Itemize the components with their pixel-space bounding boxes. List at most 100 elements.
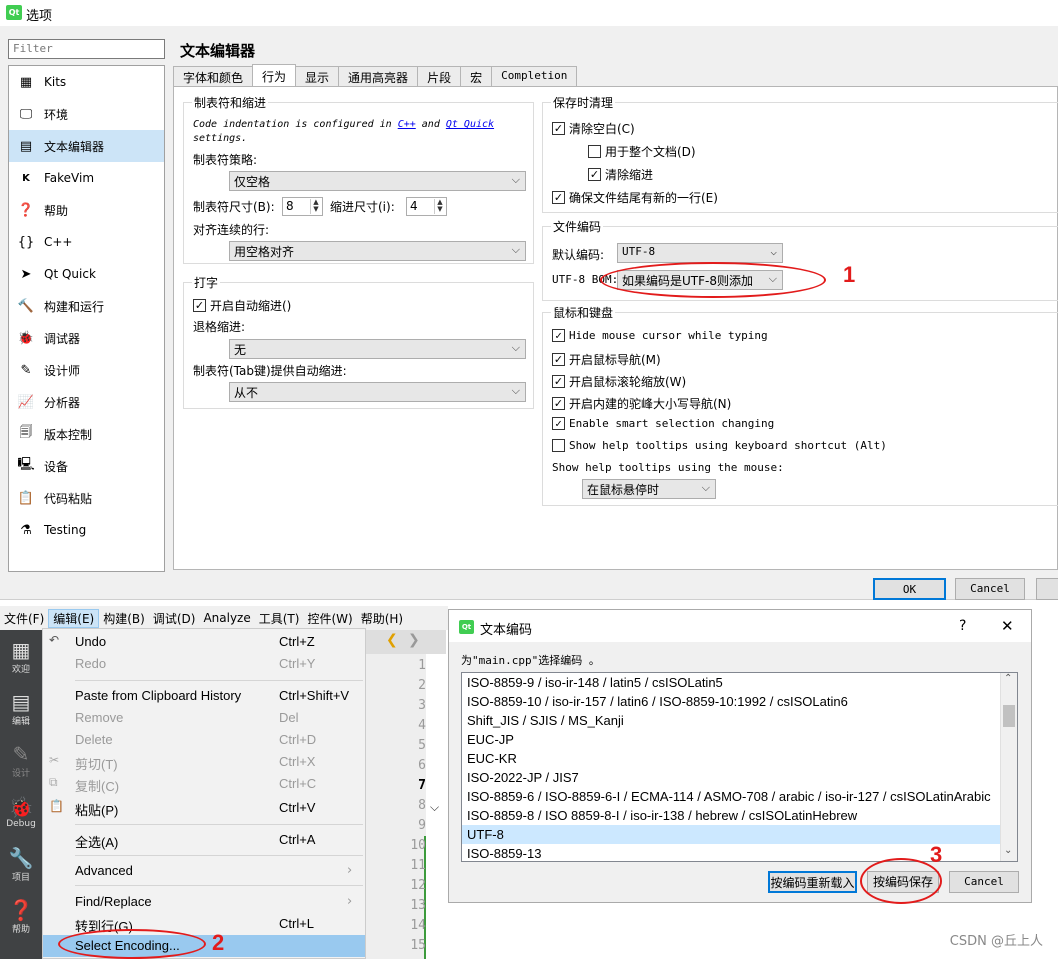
tab-behavior[interactable]: 行为 — [252, 64, 297, 86]
smart-selection-checkbox[interactable]: ✓ Enable smart selection changing — [552, 417, 774, 430]
menu-item-paste[interactable]: 📋 粘贴(P) Ctrl+V — [43, 797, 365, 819]
check-icon: ✓ — [552, 329, 565, 342]
close-icon[interactable]: ✕ — [1001, 617, 1014, 635]
clean-indentation-checkbox[interactable]: ✓ 清除缩进 — [588, 166, 653, 183]
cpp-link[interactable]: C++ — [398, 119, 416, 130]
clean-whitespace-checkbox[interactable]: ✓ 清除空白(C) — [552, 120, 635, 137]
vertical-scrollbar[interactable]: ⌃ ⌄ — [1000, 673, 1017, 861]
menu-analyze[interactable]: Analyze — [199, 611, 254, 625]
hide-cursor-checkbox[interactable]: ✓ Hide mouse cursor while typing — [552, 329, 768, 342]
sidebar-item-version-control[interactable]: 🗐 版本控制 — [9, 418, 164, 450]
sidebar-item-build-run[interactable]: 🔨 构建和运行 — [9, 290, 164, 322]
mouse-tooltips-select[interactable]: 在鼠标悬停时 ⌵ — [582, 479, 716, 499]
sidebar-item-environment[interactable]: 🖵 环境 — [9, 98, 164, 130]
fold-arrow-icon[interactable]: ⌵ — [430, 800, 439, 815]
tab-macros[interactable]: 宏 — [460, 66, 493, 86]
sidebar-item-devices[interactable]: 🖳 设备 — [9, 450, 164, 482]
back-arrow-icon[interactable]: ❮ — [386, 632, 398, 648]
keyboard-tooltips-checkbox[interactable]: Show help tooltips using keyboard shortc… — [552, 439, 887, 452]
sidebar-item-debugger[interactable]: 🐞 调试器 — [9, 322, 164, 354]
tab-size-spinbox[interactable]: 8 ▲ ▼ — [282, 197, 323, 216]
menu-item-select-all[interactable]: 全选(A) Ctrl+A — [43, 829, 365, 851]
sidebar-item-testing[interactable]: ⚗ Testing — [9, 514, 164, 546]
menu-item-remove[interactable]: Remove Del — [43, 707, 365, 729]
qtquick-icon: ➤ — [20, 266, 32, 282]
menu-file[interactable]: 文件(F) — [0, 610, 48, 627]
camelcase-navigation-checkbox[interactable]: ✓ 开启内建的驼峰大小写导航(N) — [552, 395, 731, 412]
default-encoding-select[interactable]: UTF-8 ⌵ — [617, 243, 783, 263]
filter-input[interactable]: Filter — [8, 39, 165, 59]
mode-projects[interactable]: 🔧 项目 — [0, 838, 42, 890]
annotation-1: 1 — [843, 262, 856, 287]
list-item[interactable]: ISO-8859-6 / ISO-8859-6-I / ECMA-114 / A… — [462, 787, 1017, 806]
sidebar-item-cpp[interactable]: {} C++ — [9, 226, 164, 258]
menu-tools[interactable]: 工具(T) — [255, 610, 304, 627]
ok-button[interactable]: OK — [873, 578, 946, 600]
sidebar-item-fakevim[interactable]: K FakeVim — [9, 162, 164, 194]
mode-design[interactable]: ✎ 设计 — [0, 734, 42, 786]
help-icon: ❓ — [8, 897, 34, 922]
sidebar-item-analyzer[interactable]: 📈 分析器 — [9, 386, 164, 418]
list-item[interactable]: ISO-8859-8 / ISO 8859-8-I / iso-ir-138 /… — [462, 806, 1017, 825]
list-item[interactable]: ISO-2022-JP / JIS7 — [462, 768, 1017, 787]
entire-document-checkbox[interactable]: 用于整个文档(D) — [588, 143, 696, 160]
scroll-down-icon[interactable]: ⌄ — [1004, 845, 1012, 856]
menu-build[interactable]: 构建(B) — [99, 610, 149, 627]
reload-with-encoding-button[interactable]: 按编码重新载入 — [768, 871, 857, 893]
menu-item-redo[interactable]: Redo Ctrl+Y — [43, 653, 365, 675]
mode-help[interactable]: ❓ 帮助 — [0, 890, 42, 942]
menu-item-advanced[interactable]: Advanced › — [43, 860, 365, 882]
backspace-select[interactable]: 无 ⌵ — [229, 339, 526, 359]
list-item[interactable]: Shift_JIS / SJIS / MS_Kanji — [462, 711, 1017, 730]
tab-policy-select[interactable]: 仅空格 ⌵ — [229, 171, 526, 191]
tab-fonts-colors[interactable]: 字体和颜色 — [173, 66, 254, 86]
wheel-zoom-checkbox[interactable]: ✓ 开启鼠标滚轮缩放(W) — [552, 373, 686, 390]
list-item[interactable]: EUC-JP — [462, 730, 1017, 749]
sidebar-item-text-editor[interactable]: ▤ 文本编辑器 — [9, 130, 164, 162]
scroll-up-icon[interactable]: ⌃ — [1004, 673, 1012, 684]
forward-arrow-icon[interactable]: ❯ — [408, 632, 420, 648]
auto-indent-checkbox[interactable]: ✓ 开启自动缩进() — [193, 297, 291, 314]
menu-item-cut[interactable]: ✂ 剪切(T) Ctrl+X — [43, 751, 365, 773]
spin-arrows-icon[interactable]: ▲ ▼ — [434, 199, 445, 214]
menu-item-paste-history[interactable]: Paste from Clipboard History Ctrl+Shift+V — [43, 685, 365, 707]
mode-edit[interactable]: ▤ 编辑 — [0, 682, 42, 734]
apply-button[interactable] — [1036, 578, 1058, 600]
sidebar-item-kits[interactable]: ▦ Kits — [9, 66, 164, 98]
list-item[interactable]: EUC-KR — [462, 749, 1017, 768]
menu-item-undo[interactable]: ↶ Undo Ctrl+Z — [43, 631, 365, 653]
list-item[interactable]: ISO-8859-10 / iso-ir-157 / latin6 / ISO-… — [462, 692, 1017, 711]
spin-arrows-icon[interactable]: ▲ ▼ — [310, 199, 321, 214]
check-icon: ✓ — [552, 353, 565, 366]
mouse-navigation-checkbox[interactable]: ✓ 开启鼠标导航(M) — [552, 351, 661, 368]
list-item[interactable]: ISO-8859-9 / iso-ir-148 / latin5 / csISO… — [462, 673, 1017, 692]
tab-key-select[interactable]: 从不 ⌵ — [229, 382, 526, 402]
mode-welcome[interactable]: ▦ 欢迎 — [0, 630, 42, 682]
encoding-list[interactable]: ISO-8859-9 / iso-ir-148 / latin5 / csISO… — [461, 672, 1018, 862]
tab-snippets[interactable]: 片段 — [417, 66, 462, 86]
menu-item-copy[interactable]: ⧉ 复制(C) Ctrl+C — [43, 773, 365, 795]
encoding-cancel-button[interactable]: Cancel — [949, 871, 1019, 893]
scroll-thumb[interactable] — [1003, 705, 1015, 727]
cancel-button[interactable]: Cancel — [955, 578, 1025, 600]
help-button[interactable]: ? — [959, 618, 966, 634]
menu-item-delete[interactable]: Delete Ctrl+D — [43, 729, 365, 751]
sidebar-item-designer[interactable]: ✎ 设计师 — [9, 354, 164, 386]
qtquick-link[interactable]: Qt Quick — [446, 119, 494, 130]
sidebar-item-qtquick[interactable]: ➤ Qt Quick — [9, 258, 164, 290]
menu-edit[interactable]: 编辑(E) — [48, 608, 100, 628]
align-select[interactable]: 用空格对齐 ⌵ — [229, 241, 526, 261]
indent-size-spinbox[interactable]: 4 ▲ ▼ — [406, 197, 447, 216]
menu-item-find-replace[interactable]: Find/Replace › — [43, 891, 365, 913]
indent-note: Code indentation is configured in C++ an… — [193, 119, 495, 144]
menu-widgets[interactable]: 控件(W) — [303, 610, 356, 627]
tab-display[interactable]: 显示 — [295, 66, 340, 86]
menu-help[interactable]: 帮助(H) — [357, 610, 407, 627]
ensure-newline-checkbox[interactable]: ✓ 确保文件结尾有新的一行(E) — [552, 189, 718, 206]
tab-generic-highlighter[interactable]: 通用高亮器 — [338, 66, 419, 86]
menu-debug[interactable]: 调试(D) — [149, 610, 200, 627]
mode-debug[interactable]: 🐞 Debug — [0, 786, 42, 838]
sidebar-item-code-paste[interactable]: 📋 代码粘贴 — [9, 482, 164, 514]
sidebar-item-help[interactable]: ❓ 帮助 — [9, 194, 164, 226]
tab-completion[interactable]: Completion — [491, 66, 578, 86]
